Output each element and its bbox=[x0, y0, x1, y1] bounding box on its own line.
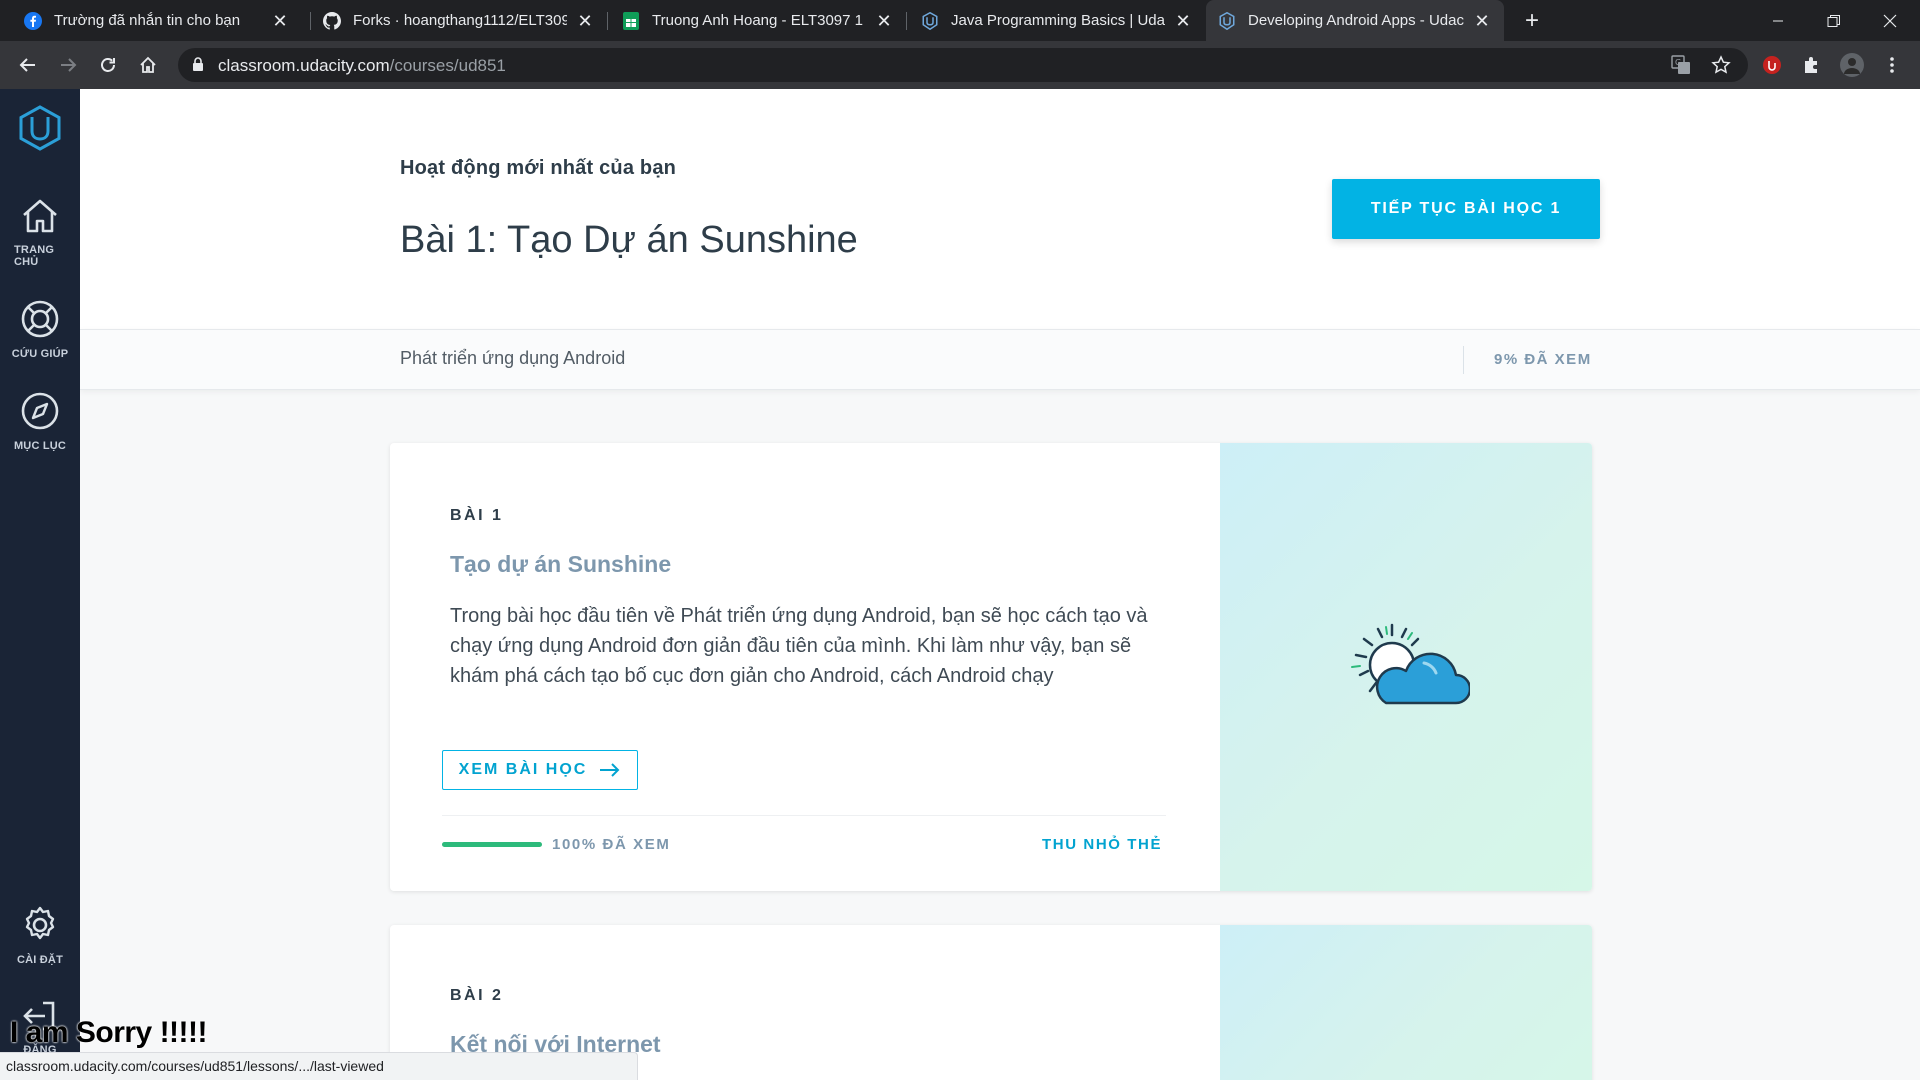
continue-lesson-button[interactable]: TIẾP TỤC BÀI HỌC 1 bbox=[1332, 179, 1600, 239]
latest-lesson-title: Bài 1: Tạo Dự án Sunshine bbox=[400, 219, 858, 261]
browser-tab[interactable]: Forks · hoangthang1112/ELT3097 ✕ bbox=[311, 0, 607, 41]
view-lesson-label: XEM BÀI HỌC bbox=[458, 761, 588, 778]
close-icon[interactable]: ✕ bbox=[1173, 11, 1193, 31]
browser-menu-button[interactable] bbox=[1878, 51, 1906, 79]
reload-button[interactable] bbox=[94, 51, 122, 79]
back-button[interactable] bbox=[14, 51, 42, 79]
forward-button[interactable] bbox=[54, 51, 82, 79]
lesson-progress-bar bbox=[442, 842, 542, 847]
extension-red-icon[interactable] bbox=[1758, 51, 1786, 79]
udacity-icon bbox=[921, 11, 939, 30]
divider bbox=[442, 815, 1166, 816]
facebook-icon bbox=[24, 11, 42, 30]
overlay-caption: I am Sorry !!!!! bbox=[10, 1016, 208, 1049]
sidebar-item-label: TRANG CHỦ bbox=[14, 244, 55, 268]
browser-toolbar: classroom.udacity.com/courses/ud851 G bbox=[0, 41, 1920, 89]
app-sidebar: TRANG CHỦ CỨU GIÚP MỤC LỤC CÀI ĐẶT ĐĂNG bbox=[0, 89, 80, 1080]
status-bar-url: classroom.udacity.com/courses/ud851/less… bbox=[0, 1052, 638, 1080]
svg-text:G: G bbox=[1675, 58, 1681, 67]
tab-separator bbox=[607, 12, 608, 30]
close-icon bbox=[1883, 14, 1897, 27]
browser-tab-strip: Trường đã nhắn tin cho bạn ✕ Forks · hoa… bbox=[0, 0, 1920, 41]
restore-icon bbox=[1827, 14, 1840, 27]
arrow-right-icon bbox=[599, 762, 621, 778]
udacity-logo[interactable] bbox=[0, 105, 80, 156]
sidebar-item-catalog[interactable]: MỤC LỤC bbox=[0, 391, 80, 452]
udacity-icon bbox=[1218, 11, 1236, 30]
lesson-progress-fill bbox=[442, 842, 542, 847]
browser-tab[interactable]: Truong Anh Hoang - ELT3097 1 - ✕ bbox=[610, 0, 906, 41]
forward-arrow-icon bbox=[61, 58, 77, 72]
tab-title: Truong Anh Hoang - ELT3097 1 - bbox=[652, 12, 866, 29]
close-icon[interactable]: ✕ bbox=[270, 11, 290, 31]
bookmark-star-icon[interactable] bbox=[1711, 55, 1731, 80]
home-icon bbox=[23, 199, 57, 233]
new-tab-button[interactable]: + bbox=[1518, 8, 1546, 36]
back-arrow-icon bbox=[19, 58, 35, 72]
divider bbox=[1463, 346, 1464, 374]
view-lesson-button[interactable]: XEM BÀI HỌC bbox=[442, 750, 638, 790]
restore-button[interactable] bbox=[1806, 0, 1862, 41]
scrollbar[interactable] bbox=[1900, 89, 1920, 1080]
lesson-title[interactable]: Tạo dự án Sunshine bbox=[450, 551, 671, 578]
collapse-card-link[interactable]: THU NHỎ THẺ bbox=[1042, 836, 1162, 853]
home-button[interactable] bbox=[134, 51, 162, 79]
course-progress-label: 9% ĐÃ XEM bbox=[1494, 351, 1592, 368]
profile-avatar[interactable] bbox=[1838, 51, 1866, 79]
lifebuoy-icon bbox=[21, 300, 59, 338]
kebab-menu-icon bbox=[1890, 57, 1894, 73]
latest-activity-panel: Hoạt động mới nhất của bạn Bài 1: Tạo Dự… bbox=[80, 89, 1920, 329]
extensions-puzzle-icon[interactable] bbox=[1798, 51, 1826, 79]
sidebar-item-home[interactable]: TRANG CHỦ bbox=[0, 197, 80, 268]
close-icon[interactable]: ✕ bbox=[575, 11, 595, 31]
course-name: Phát triển ứng dụng Android bbox=[400, 348, 626, 368]
home-icon bbox=[140, 56, 156, 73]
tab-separator bbox=[906, 12, 907, 30]
translate-icon[interactable]: G bbox=[1671, 55, 1691, 80]
lesson-card: BÀI 1 Tạo dự án Sunshine Trong bài học đ… bbox=[390, 443, 1592, 891]
url-host: classroom.udacity.com bbox=[218, 56, 390, 75]
sidebar-item-label: CỨU GIÚP bbox=[11, 348, 69, 360]
sidebar-item-help[interactable]: CỨU GIÚP bbox=[0, 299, 80, 360]
lesson-number: BÀI 1 bbox=[450, 507, 504, 524]
sheets-icon bbox=[622, 11, 640, 30]
lesson-progress-label: 100% ĐÃ XEM bbox=[552, 836, 671, 853]
sidebar-item-label: CÀI ĐẶT bbox=[16, 954, 63, 966]
close-window-button[interactable] bbox=[1862, 0, 1918, 41]
browser-tab-active[interactable]: Developing Android Apps - Udac ✕ bbox=[1206, 0, 1504, 41]
lock-icon bbox=[192, 57, 204, 77]
lesson-card-body: BÀI 1 Tạo dự án Sunshine Trong bài học đ… bbox=[390, 443, 1220, 891]
minimize-button[interactable] bbox=[1750, 0, 1806, 41]
lesson-art-panel bbox=[1220, 925, 1592, 1080]
lesson-number: BÀI 2 bbox=[450, 987, 504, 1004]
tab-title: Forks · hoangthang1112/ELT3097 bbox=[353, 12, 567, 29]
main-content: Hoạt động mới nhất của bạn Bài 1: Tạo Dự… bbox=[80, 89, 1920, 1080]
minimize-icon bbox=[1773, 20, 1783, 21]
url-path: /courses/ud851 bbox=[389, 56, 506, 75]
browser-tab[interactable]: Trường đã nhắn tin cho bạn ✕ bbox=[12, 0, 302, 41]
close-icon[interactable]: ✕ bbox=[1472, 11, 1492, 31]
sidebar-item-label: MỤC LỤC bbox=[13, 440, 67, 452]
tab-title: Java Programming Basics | Udaci bbox=[951, 12, 1165, 29]
reload-icon bbox=[101, 58, 115, 72]
compass-icon bbox=[21, 392, 59, 430]
gear-icon bbox=[25, 906, 55, 940]
course-header-bar: Phát triển ứng dụng Android 9% ĐÃ XEM bbox=[80, 329, 1920, 390]
tab-title: Developing Android Apps - Udac bbox=[1248, 12, 1464, 29]
github-icon bbox=[323, 11, 341, 30]
lesson-description: Trong bài học đầu tiên về Phát triển ứng… bbox=[450, 605, 1148, 687]
tab-title: Trường đã nhắn tin cho bạn bbox=[54, 12, 241, 29]
address-bar[interactable]: classroom.udacity.com/courses/ud851 G bbox=[178, 48, 1748, 82]
url-text: classroom.udacity.com/courses/ud851 bbox=[218, 56, 506, 76]
sidebar-item-settings[interactable]: CÀI ĐẶT bbox=[0, 905, 80, 966]
sun-cloud-icon bbox=[1351, 623, 1470, 705]
lesson-art-panel bbox=[1220, 443, 1592, 891]
latest-activity-heading: Hoạt động mới nhất của bạn bbox=[400, 157, 677, 179]
browser-tab[interactable]: Java Programming Basics | Udaci ✕ bbox=[909, 0, 1205, 41]
close-icon[interactable]: ✕ bbox=[874, 11, 894, 31]
